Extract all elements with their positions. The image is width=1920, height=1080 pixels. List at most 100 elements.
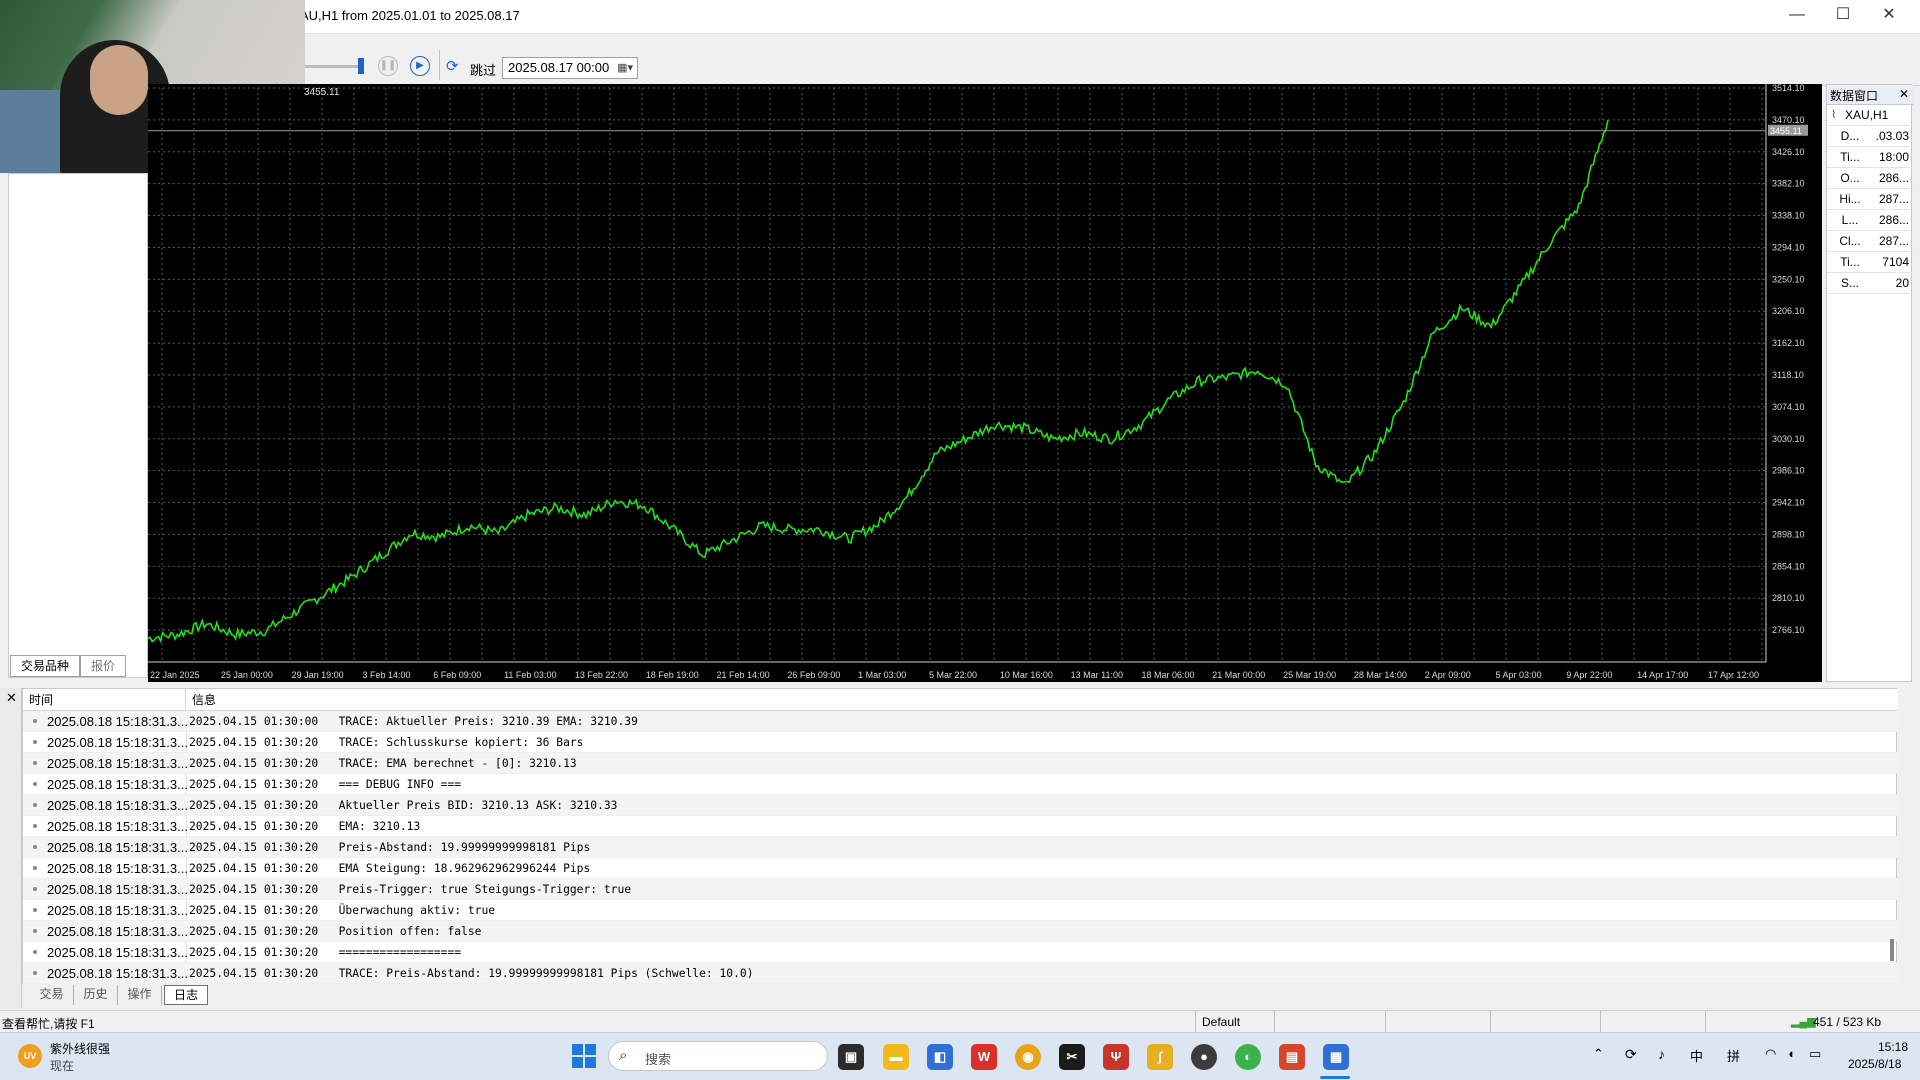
x-tick-label: 28 Mar 14:00	[1354, 670, 1407, 680]
data-value: 286...	[1878, 171, 1909, 185]
log-row[interactable]: 2025.08.18 15:18:31.3... 2025.04.15 01:30…	[23, 921, 1898, 942]
skip-date-value: 2025.08.17 00:00	[508, 60, 610, 75]
maximize-button[interactable]: ☐	[1820, 0, 1866, 30]
data-window-close-icon[interactable]: ✕	[1899, 87, 1909, 101]
speed-slider-handle[interactable]	[358, 58, 364, 74]
data-key: Cl...	[1839, 234, 1861, 248]
tab-symbols[interactable]: 交易品种	[10, 655, 80, 677]
skip-icon[interactable]: ⟳	[446, 57, 466, 77]
search-placeholder: 搜索	[645, 1052, 672, 1067]
y-tick-label: 3338.10	[1772, 211, 1805, 221]
log-time: 2025.08.18 15:18:31.3...	[47, 945, 188, 960]
flag-app-icon[interactable]: ▤	[1279, 1044, 1305, 1070]
red-app-icon[interactable]: Ψ	[1103, 1044, 1129, 1070]
y-tick-label: 3030.10	[1772, 434, 1805, 444]
toolbox-close-icon[interactable]: ✕	[6, 690, 17, 706]
speed-slider-track[interactable]	[300, 65, 360, 68]
log-level-icon	[33, 908, 37, 912]
log-time: 2025.08.18 15:18:31.3...	[47, 903, 188, 918]
green-app-icon[interactable]: ◐	[1235, 1044, 1261, 1070]
log-row[interactable]: 2025.08.18 15:18:31.3... 2025.04.15 01:30…	[23, 774, 1898, 795]
log-time: 2025.08.18 15:18:31.3...	[47, 966, 188, 981]
log-scrollbar[interactable]	[1890, 939, 1894, 961]
price-line	[147, 119, 1609, 644]
clock-time[interactable]: 15:18	[1878, 1040, 1908, 1054]
file-explorer-icon[interactable]: ▬	[883, 1044, 909, 1070]
metatrader-icon[interactable]: ▦	[1323, 1044, 1349, 1070]
data-value: 20	[1895, 276, 1909, 290]
clock-date[interactable]: 2025/8/18	[1848, 1057, 1901, 1071]
x-tick-label: 5 Apr 03:00	[1496, 670, 1542, 680]
data-key: Ti...	[1840, 150, 1860, 164]
log-time: 2025.08.18 15:18:31.3...	[47, 756, 188, 771]
y-tick-label: 2942.10	[1772, 498, 1805, 508]
skip-label[interactable]: 跳过	[470, 60, 496, 79]
store-icon[interactable]: ◧	[927, 1044, 953, 1070]
log-column-info[interactable]: 信息	[186, 689, 1898, 711]
log-row[interactable]: 2025.08.18 15:18:31.3... 2025.04.15 01:30…	[23, 732, 1898, 753]
data-value: .03.03	[1875, 129, 1909, 143]
x-tick-label: 13 Feb 22:00	[575, 670, 628, 680]
tab-quotes[interactable]: 报价	[80, 655, 126, 677]
sync-icon[interactable]: ⟳	[1625, 1046, 1637, 1063]
microphone-icon[interactable]: ♪	[1658, 1046, 1665, 1062]
tab-operations[interactable]: 操作	[118, 985, 162, 1005]
toolbox-side-strip: ✕	[0, 688, 22, 1008]
skip-date-input[interactable]: 2025.08.17 00:00 ▦▾	[502, 57, 638, 79]
log-row[interactable]: 2025.08.18 15:18:31.3... 2025.04.15 01:30…	[23, 900, 1898, 921]
wps-icon[interactable]: W	[971, 1044, 997, 1070]
log-row[interactable]: 2025.08.18 15:18:31.3... 2025.04.15 01:30…	[23, 795, 1898, 816]
x-tick-label: 6 Feb 09:00	[433, 670, 481, 680]
close-button[interactable]: ✕	[1866, 0, 1912, 30]
x-tick-label: 22 Jan 2025	[150, 670, 200, 680]
log-row[interactable]: 2025.08.18 15:18:31.3... 2025.04.15 01:30…	[23, 942, 1898, 963]
status-divider	[1490, 1011, 1491, 1033]
x-tick-label: 25 Mar 19:00	[1283, 670, 1336, 680]
minimize-button[interactable]: —	[1774, 0, 1820, 30]
task-view-icon[interactable]: ▣	[838, 1044, 864, 1070]
tab-trade[interactable]: 交易	[30, 985, 74, 1005]
weather-uv-icon[interactable]: UV	[18, 1044, 42, 1068]
log-row[interactable]: 2025.08.18 15:18:31.3... 2025.04.15 01:30…	[23, 753, 1898, 774]
status-bar: 查看帮忙,请按 F1 Default ▂▄▆ 451 / 523 Kb	[0, 1010, 1920, 1033]
log-row[interactable]: 2025.08.18 15:18:31.3... 2025.04.15 01:30…	[23, 711, 1898, 732]
calendar-dropdown-icon[interactable]: ▦▾	[617, 58, 633, 78]
log-level-icon	[33, 950, 37, 954]
x-tick-label: 11 Feb 03:00	[504, 670, 556, 680]
taskbar-search[interactable]: ⌕ 搜索	[608, 1041, 828, 1071]
log-message: 2025.04.15 01:30:20 Preis-Abstand: 19.99…	[189, 841, 591, 854]
yellow-app-icon[interactable]: ∫	[1147, 1044, 1173, 1070]
tray-chevron-icon[interactable]: ⌃	[1593, 1046, 1604, 1062]
ime-language[interactable]: 中	[1690, 1046, 1703, 1065]
volume-icon[interactable]: ◖	[1787, 1046, 1795, 1061]
tab-journal[interactable]: 日志	[164, 985, 208, 1005]
log-level-icon	[33, 740, 37, 744]
wifi-icon[interactable]: ◠	[1765, 1046, 1776, 1062]
log-time: 2025.08.18 15:18:31.3...	[47, 882, 188, 897]
log-column-time[interactable]: 时间	[23, 689, 186, 711]
pause-icon[interactable]: ❚❚	[378, 56, 398, 76]
weather-title[interactable]: 紫外线很强	[50, 1040, 110, 1057]
y-tick-label: 3162.10	[1772, 338, 1805, 348]
status-profile-cell: Default	[1195, 1011, 1275, 1033]
tab-history[interactable]: 历史	[74, 985, 118, 1005]
media-app-icon[interactable]: ●	[1191, 1044, 1217, 1070]
ime-mode[interactable]: 拼	[1727, 1046, 1740, 1065]
log-level-icon	[33, 971, 37, 975]
log-row[interactable]: 2025.08.18 15:18:31.3... 2025.04.15 01:30…	[23, 963, 1898, 984]
data-window-title: 数据窗口	[1830, 89, 1879, 103]
step-forward-icon[interactable]: ▶	[410, 56, 430, 76]
chrome-icon[interactable]: ◉	[1015, 1044, 1041, 1070]
y-tick-label: 3514.10	[1772, 84, 1805, 93]
log-row[interactable]: 2025.08.18 15:18:31.3... 2025.04.15 01:30…	[23, 879, 1898, 900]
log-row[interactable]: 2025.08.18 15:18:31.3... 2025.04.15 01:30…	[23, 837, 1898, 858]
windows-start-icon[interactable]	[572, 1044, 596, 1068]
battery-icon[interactable]: ▭	[1809, 1046, 1821, 1062]
x-tick-label: 3 Feb 14:00	[362, 670, 410, 680]
price-chart[interactable]: 3514.10 3470.10 3426.10 3382.10 3338.10 3294.…	[147, 83, 1822, 682]
capcut-icon[interactable]: ✂	[1059, 1044, 1085, 1070]
log-row[interactable]: 2025.08.18 15:18:31.3... 2025.04.15 01:30…	[23, 816, 1898, 837]
log-row[interactable]: 2025.08.18 15:18:31.3... 2025.04.15 01:30…	[23, 858, 1898, 879]
log-message: 2025.04.15 01:30:20 ==================	[189, 946, 462, 959]
x-tick-label: 21 Mar 00:00	[1212, 670, 1265, 680]
